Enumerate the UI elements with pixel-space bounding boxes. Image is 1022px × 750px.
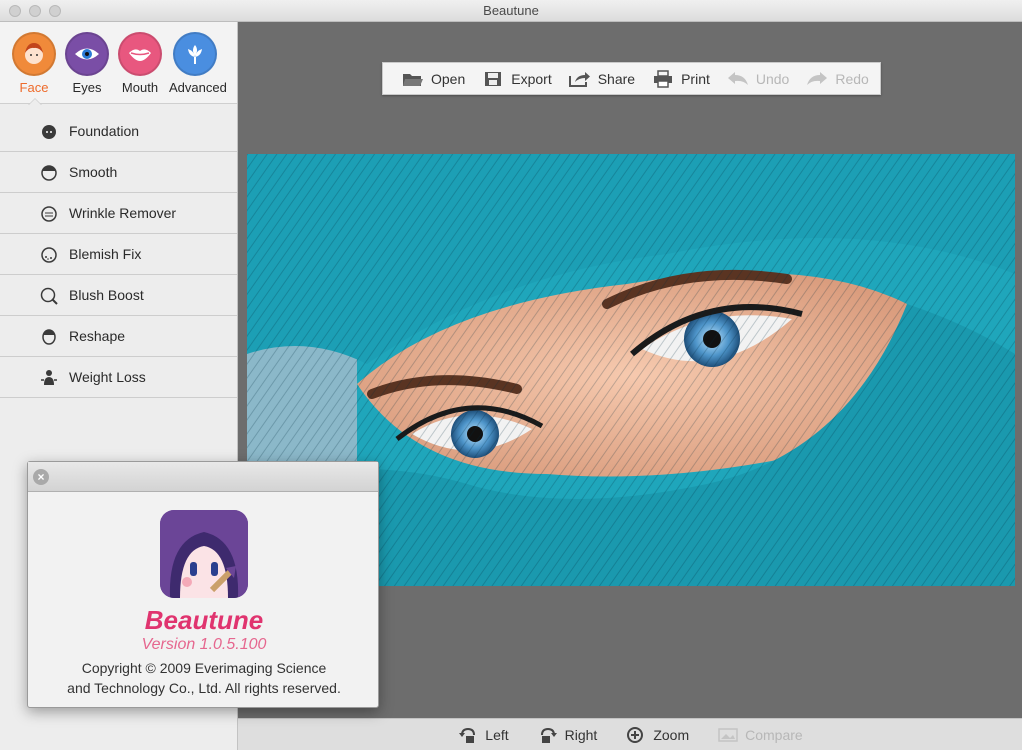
weight-loss-icon	[38, 366, 60, 388]
smooth-face-icon	[38, 161, 60, 183]
tool-label: Wrinkle Remover	[69, 205, 177, 221]
undo-icon	[726, 70, 750, 88]
about-version: Version 1.0.5.100	[141, 636, 267, 653]
rotate-left-icon	[457, 726, 479, 744]
wrinkle-face-icon	[38, 202, 60, 224]
zoom-button[interactable]: Zoom	[625, 726, 689, 744]
export-label: Export	[511, 70, 552, 87]
zoom-in-icon	[625, 726, 647, 744]
tool-blush-boost[interactable]: Blush Boost	[0, 275, 237, 316]
redo-button[interactable]: Redo	[805, 70, 869, 88]
rotate-right-icon	[537, 726, 559, 744]
redo-label: Redo	[835, 70, 869, 87]
reshape-face-icon	[38, 325, 60, 347]
save-icon	[481, 70, 505, 88]
window-titlebar: Beautune	[0, 0, 1022, 22]
close-window-button[interactable]	[9, 5, 21, 17]
tool-weight-loss[interactable]: Weight Loss	[0, 357, 237, 398]
zoom-label: Zoom	[653, 726, 690, 743]
eye-icon	[65, 32, 109, 76]
share-button[interactable]: Share	[568, 70, 635, 88]
rotate-right-label: Right	[564, 726, 598, 743]
tool-label: Reshape	[69, 328, 126, 344]
tool-label: Blemish Fix	[69, 246, 142, 262]
zoom-window-button[interactable]	[49, 5, 61, 17]
rotate-left-label: Left	[485, 726, 509, 743]
window-title: Beautune	[483, 3, 539, 18]
copyright-line-1: Copyright © 2009 Everimaging Science	[81, 660, 327, 676]
minimize-window-button[interactable]	[29, 5, 41, 17]
tool-label: Blush Boost	[69, 287, 144, 303]
blush-face-icon	[38, 284, 60, 306]
tool-foundation[interactable]: Foundation	[0, 111, 237, 152]
print-button[interactable]: Print	[651, 69, 710, 88]
tab-mouth[interactable]: Mouth	[114, 32, 166, 95]
about-app-name: Beautune	[144, 605, 264, 635]
print-label: Print	[681, 70, 710, 87]
rotate-right-button[interactable]: Right	[537, 726, 598, 744]
tab-eyes-label: Eyes	[72, 80, 102, 95]
tool-wrinkle-remover[interactable]: Wrinkle Remover	[0, 193, 237, 234]
category-tabs: Face Eyes Mouth Advanced	[0, 22, 237, 105]
mouth-icon	[118, 32, 162, 76]
tool-blemish-fix[interactable]: Blemish Fix	[0, 234, 237, 275]
close-icon[interactable]: ×	[33, 469, 49, 485]
bottom-toolbar: Left Right Zoom Compare	[238, 718, 1022, 750]
about-dialog-titlebar: ×	[28, 462, 378, 492]
foundation-face-icon	[38, 120, 60, 142]
active-tab-pointer	[28, 98, 42, 105]
undo-label: Undo	[755, 70, 790, 87]
compare-button[interactable]: Compare	[717, 726, 803, 744]
tool-label: Weight Loss	[69, 369, 146, 385]
rotate-left-button[interactable]: Left	[457, 726, 509, 744]
main-toolbar: Open Export Share Print Undo Redo	[382, 62, 881, 95]
printer-icon	[651, 69, 675, 88]
tool-label: Foundation	[69, 123, 140, 139]
tool-reshape[interactable]: Reshape	[0, 316, 237, 357]
open-button[interactable]: Open	[401, 70, 465, 88]
tool-list: Foundation Smooth Wrinkle Remover Blemis…	[0, 111, 237, 398]
tab-mouth-label: Mouth	[121, 80, 159, 95]
app-logo-icon	[160, 510, 248, 598]
tab-face[interactable]: Face	[8, 32, 60, 95]
export-button[interactable]: Export	[481, 70, 552, 88]
undo-button[interactable]: Undo	[726, 70, 789, 88]
tab-advanced[interactable]: Advanced	[169, 32, 227, 95]
share-label: Share	[597, 70, 636, 87]
copyright-line-2: and Technology Co., Ltd. All rights rese…	[67, 680, 341, 696]
blemish-face-icon	[38, 243, 60, 265]
tab-face-label: Face	[19, 80, 49, 95]
compare-icon	[717, 726, 739, 744]
flower-icon	[173, 32, 217, 76]
folder-open-icon	[401, 70, 425, 88]
redo-icon	[805, 70, 829, 88]
tool-label: Smooth	[69, 164, 118, 180]
open-label: Open	[431, 70, 466, 87]
share-icon	[568, 70, 592, 88]
tool-smooth[interactable]: Smooth	[0, 152, 237, 193]
tab-advanced-label: Advanced	[169, 80, 227, 95]
about-copyright: Copyright © 2009 Everimaging Science and…	[28, 658, 380, 698]
compare-label: Compare	[745, 726, 803, 743]
tab-eyes[interactable]: Eyes	[61, 32, 113, 95]
face-icon	[12, 32, 56, 76]
about-dialog: × Beautune Version 1.0.5.100 Copyright ©…	[27, 461, 379, 708]
